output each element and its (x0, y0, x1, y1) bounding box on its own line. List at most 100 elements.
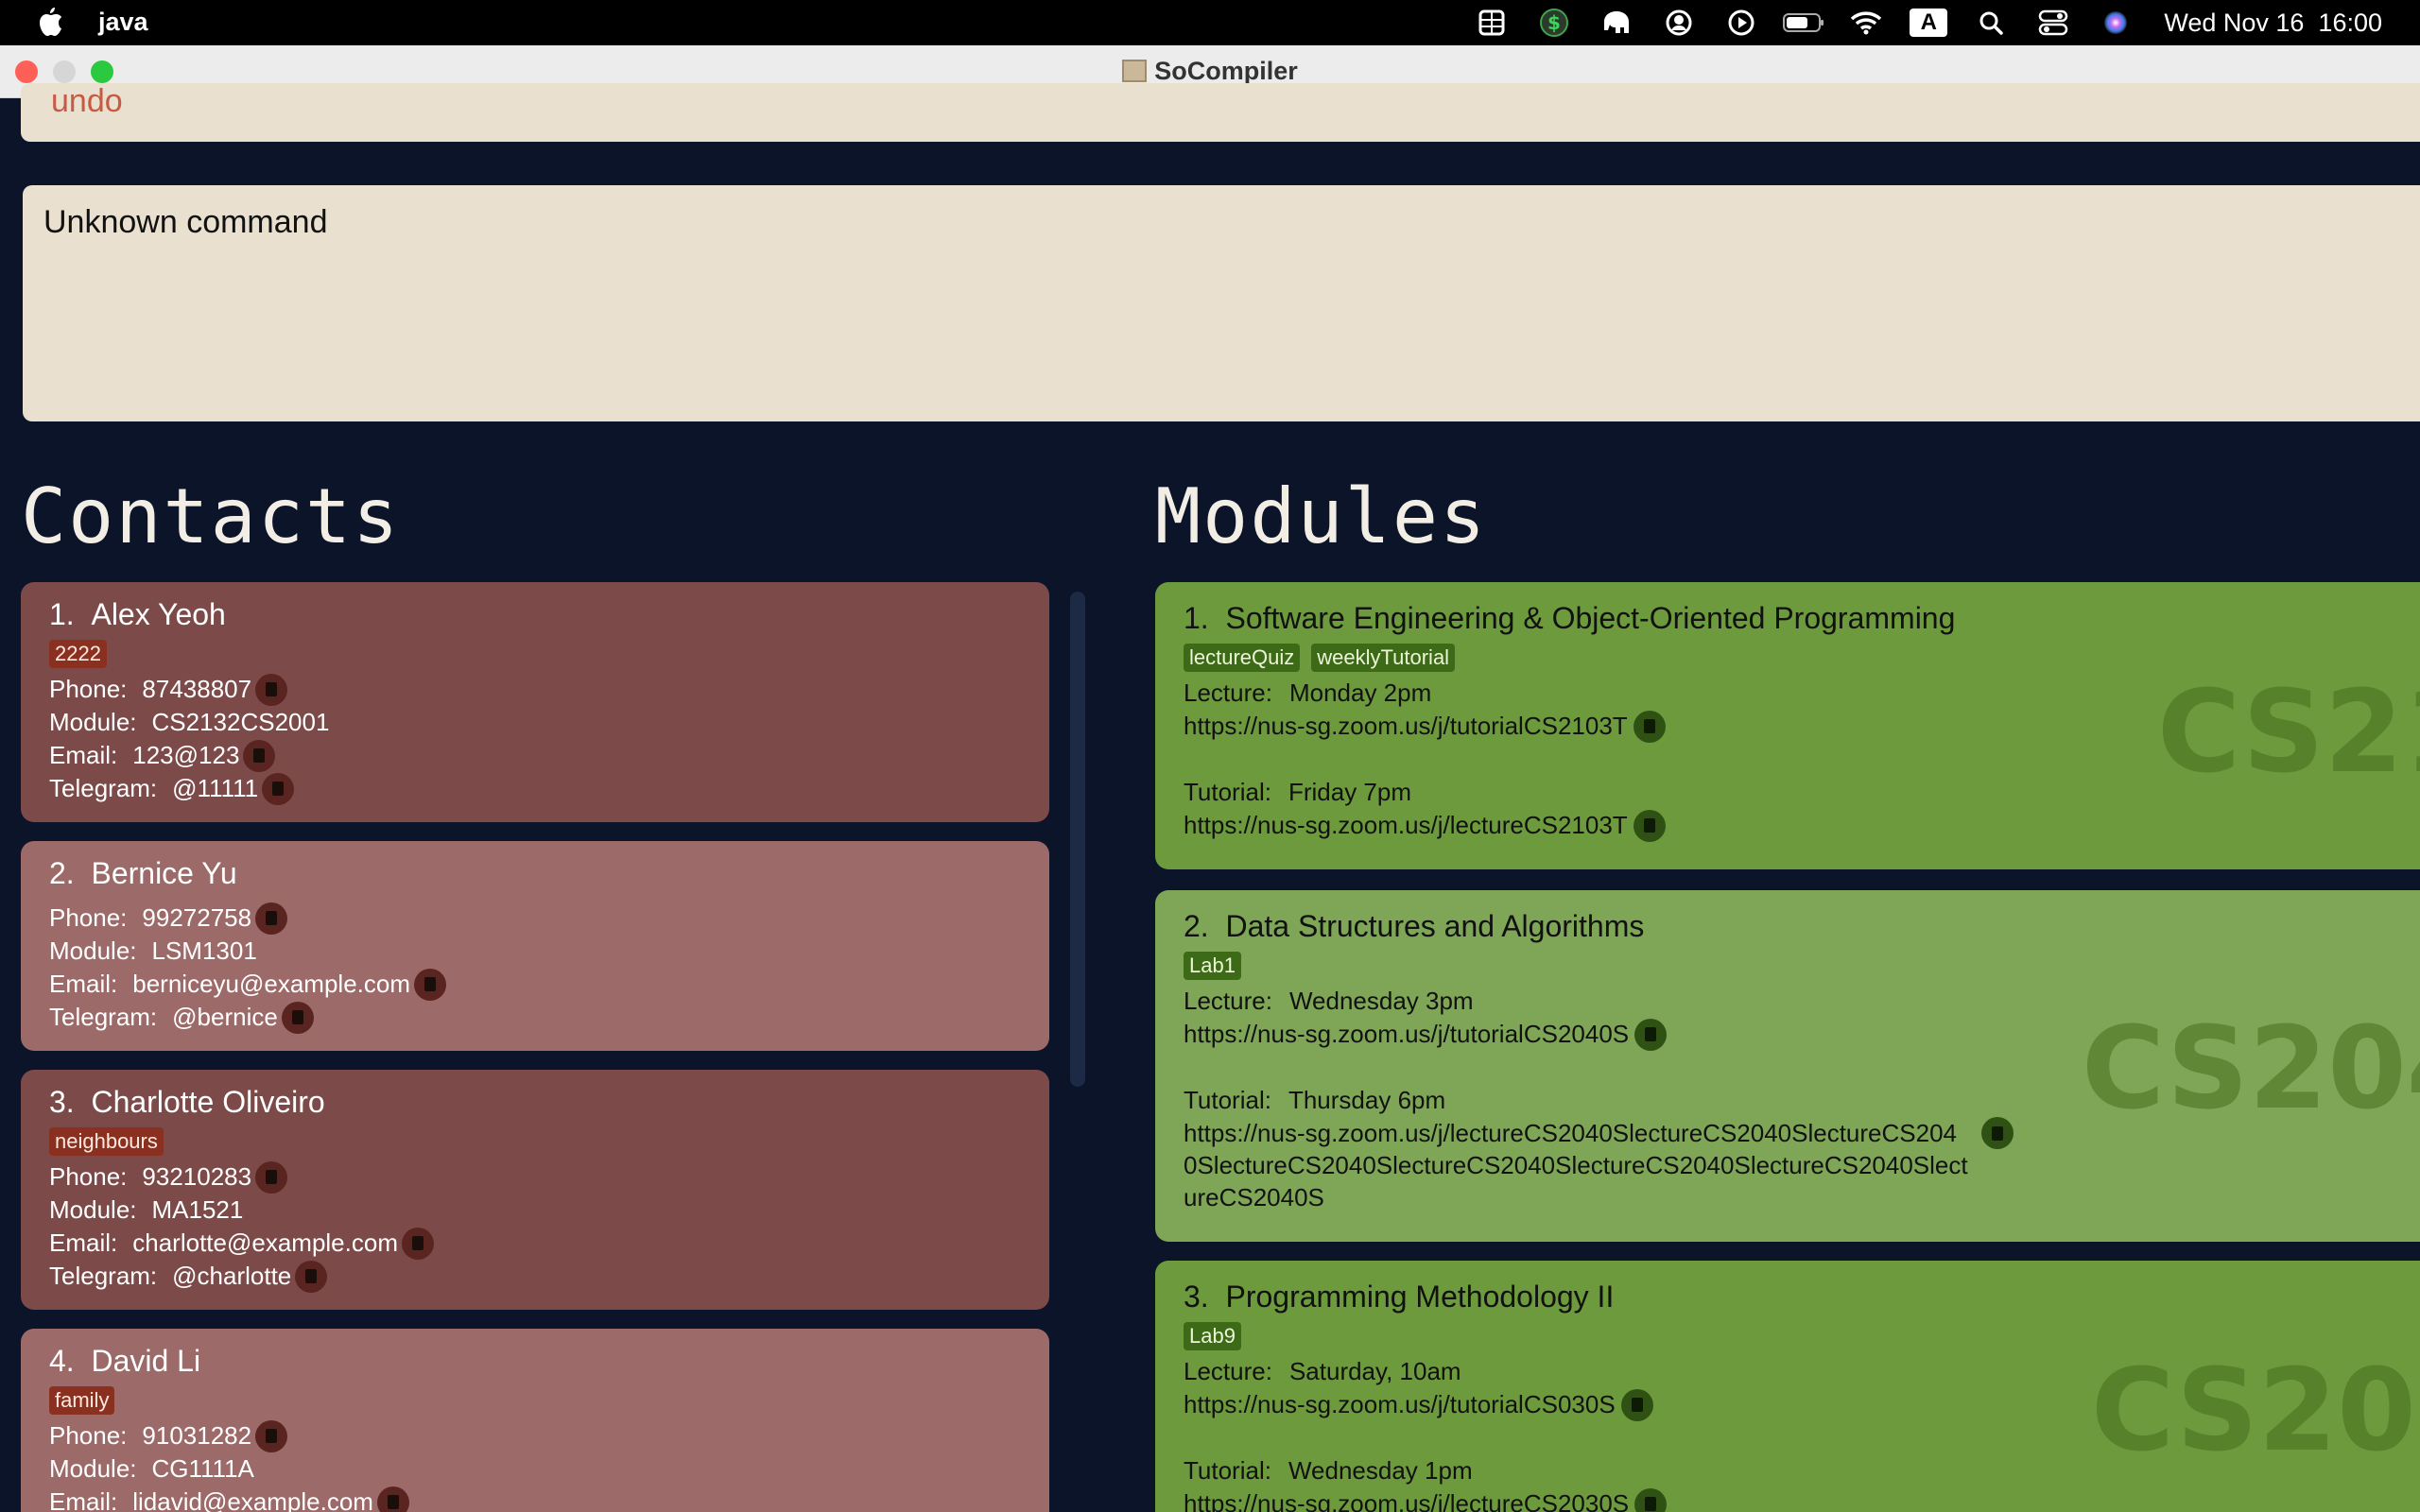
contact-telegram: @bernice (172, 1003, 278, 1031)
email-label: Email: (49, 970, 118, 998)
contacts-scrollbar[interactable] (1070, 592, 1085, 1087)
modules-heading: Modules (1155, 472, 1488, 560)
contact-module-row: Module: CS2132CS2001 (49, 706, 1021, 739)
copy-phone-button[interactable] (255, 902, 288, 935)
copy-tutorial-link-button[interactable] (1633, 809, 1666, 842)
module-index: 2. (1184, 909, 1209, 943)
modules-list[interactable]: CS21 1. Software Engineering & Object-Or… (1155, 582, 2420, 1512)
module-name-row: 2. Data Structures and Algorithms (1184, 905, 2392, 947)
module-tag: Lab1 (1184, 952, 1241, 980)
clipboard-icon (266, 1170, 278, 1184)
module-card[interactable]: CS204 2. Data Structures and Algorithms … (1155, 890, 2420, 1242)
contact-name: Alex Yeoh (91, 597, 226, 631)
module-name-row: 3. Programming Methodology II (1184, 1276, 2392, 1317)
tutorial-link-row: https://nus-sg.zoom.us/j/lectureCS2103T (1184, 809, 2392, 842)
module-name: Data Structures and Algorithms (1225, 909, 1645, 943)
contact-card[interactable]: 4. David Li family Phone: 91031282 Module… (21, 1329, 1049, 1512)
tutorial-label: Tutorial: (1184, 778, 1271, 806)
copy-phone-button[interactable] (255, 1419, 288, 1452)
copy-lecture-link-button[interactable] (1633, 710, 1666, 743)
telegram-label: Telegram: (49, 1262, 158, 1290)
copy-email-button[interactable] (401, 1227, 434, 1260)
lecture-label: Lecture: (1184, 679, 1272, 707)
contact-phone-row: Phone: 93210283 (49, 1160, 1021, 1194)
telegram-label: Telegram: (49, 774, 158, 802)
phone-label: Phone: (49, 1162, 128, 1191)
copy-telegram-button[interactable] (295, 1260, 328, 1293)
clipboard-icon (1992, 1125, 2003, 1141)
copy-email-button[interactable] (376, 1486, 409, 1512)
copy-email-button[interactable] (243, 739, 276, 772)
contact-module: MA1521 (151, 1195, 244, 1224)
contact-card[interactable]: 1. Alex Yeoh 2222 Phone: 87438807 Module:… (21, 582, 1049, 822)
phone-label: Phone: (49, 675, 128, 703)
contact-telegram: @11111 (172, 774, 259, 802)
contact-card[interactable]: 3. Charlotte Oliveiro neighbours Phone: 9… (21, 1070, 1049, 1310)
copy-tutorial-link-button[interactable] (1634, 1487, 1668, 1512)
play-circle-icon[interactable] (1710, 0, 1772, 45)
contacts-heading: Contacts (21, 472, 401, 560)
clipboard-icon (1645, 1027, 1657, 1041)
command-input[interactable] (51, 83, 1185, 125)
copy-email-button[interactable] (414, 968, 446, 1001)
tutorial-time: Thursday 6pm (1288, 1086, 1446, 1114)
contact-tag: neighbours (49, 1127, 164, 1156)
tutorial-link[interactable]: https://nus-sg.zoom.us/j/lectureCS2103T (1184, 809, 1628, 842)
module-tags: Lab1 (1184, 947, 2392, 985)
contact-name-row: 1. Alex Yeoh (49, 593, 1021, 635)
tutorial-label: Tutorial: (1184, 1456, 1271, 1485)
input-source-icon[interactable]: A (1897, 0, 1960, 45)
module-name: Programming Methodology II (1225, 1280, 1615, 1314)
copy-telegram-button[interactable] (281, 1001, 314, 1034)
contact-email: berniceyu@example.com (132, 970, 410, 998)
contact-index: 3. (49, 1085, 75, 1119)
contact-card[interactable]: 2. Bernice Yu Phone: 99272758 Module: LSM1… (21, 841, 1049, 1051)
module-tag: Lab9 (1184, 1322, 1241, 1350)
battery-icon[interactable] (1772, 0, 1835, 45)
apple-icon[interactable] (36, 6, 64, 38)
user-circle-icon[interactable] (1648, 0, 1710, 45)
window-title-text: SoCompiler (1154, 57, 1298, 85)
tutorial-link[interactable]: https://nus-sg.zoom.us/j/lectureCS2030S (1184, 1487, 1629, 1512)
contact-phone: 99272758 (142, 903, 252, 932)
module-card[interactable]: CS21 1. Software Engineering & Object-Or… (1155, 582, 2420, 869)
lecture-time: Saturday, 10am (1288, 1357, 1461, 1385)
contact-name: David Li (91, 1344, 201, 1378)
copy-telegram-button[interactable] (262, 772, 295, 805)
module-label: Module: (49, 936, 137, 965)
contact-tag: family (49, 1386, 115, 1415)
tutorial-link[interactable]: https://nus-sg.zoom.us/j/lectureCS2040Sl… (1184, 1117, 1968, 1213)
lecture-link[interactable]: https://nus-sg.zoom.us/j/tutorialCS2040S (1184, 1018, 1629, 1051)
wifi-icon[interactable] (1835, 0, 1897, 45)
svg-text:$: $ (1547, 11, 1561, 34)
lecture-link[interactable]: https://nus-sg.zoom.us/j/tutorialCS030S (1184, 1388, 1616, 1421)
copy-lecture-link-button[interactable] (1634, 1018, 1668, 1051)
contact-index: 2. (49, 856, 75, 890)
menubar-clock[interactable]: Wed Nov 16 16:00 (2164, 9, 2382, 38)
contact-email: lidavid@example.com (132, 1487, 373, 1512)
siri-icon[interactable] (2084, 0, 2147, 45)
copy-lecture-link-button[interactable] (1620, 1388, 1653, 1421)
contact-tags: 2222 (49, 635, 1021, 673)
app-menu-name[interactable]: java (98, 8, 148, 37)
copy-phone-button[interactable] (255, 1160, 288, 1194)
search-icon[interactable] (1960, 0, 2022, 45)
result-message: Unknown command (43, 204, 328, 240)
contacts-list[interactable]: 1. Alex Yeoh 2222 Phone: 87438807 Module:… (21, 582, 1049, 1512)
lecture-link[interactable]: https://nus-sg.zoom.us/j/tutorialCS2103T (1184, 710, 1628, 743)
dollar-icon[interactable]: $ (1523, 0, 1585, 45)
contact-name: Charlotte Oliveiro (91, 1085, 325, 1119)
module-card[interactable]: CS203 3. Programming Methodology II Lab9… (1155, 1261, 2420, 1512)
module-tag: weeklyTutorial (1311, 644, 1456, 672)
contact-email-row: Email: charlotte@example.com (49, 1227, 1021, 1260)
contact-index: 4. (49, 1344, 75, 1378)
tutorial-time: Wednesday 1pm (1288, 1456, 1473, 1485)
elephant-icon[interactable] (1585, 0, 1648, 45)
grid-status-icon[interactable] (1461, 0, 1523, 45)
result-display: Unknown command (23, 185, 2420, 421)
copy-tutorial-link-button[interactable] (1981, 1117, 2014, 1149)
copy-phone-button[interactable] (255, 673, 288, 706)
command-box (21, 83, 2420, 142)
clipboard-icon (387, 1495, 399, 1509)
control-center-icon[interactable] (2022, 0, 2084, 45)
